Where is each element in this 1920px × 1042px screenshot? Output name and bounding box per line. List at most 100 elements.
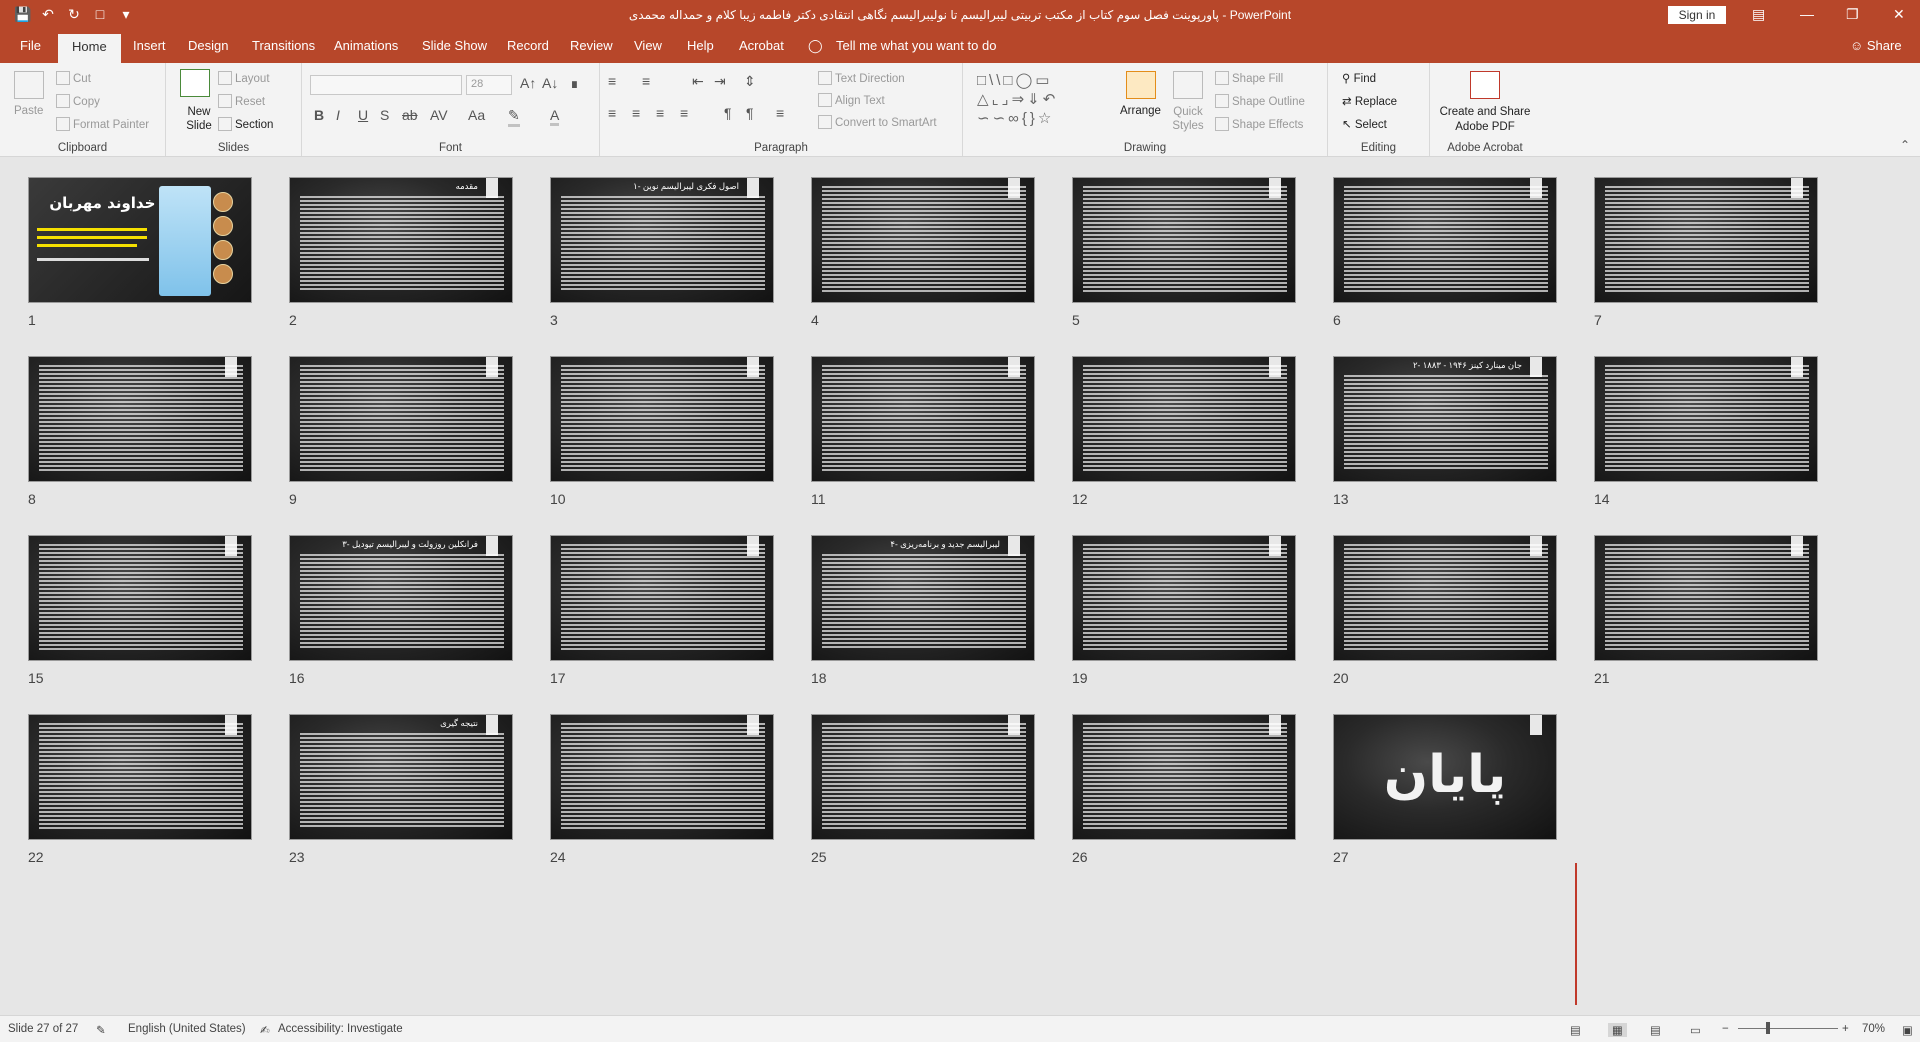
slide-thumbnail[interactable]: پایان xyxy=(1333,714,1557,840)
slide-thumbnail[interactable]: ۱- اصول فکری لیبرالیسم نوین xyxy=(550,177,774,303)
tab-acrobat[interactable]: Acrobat xyxy=(739,38,784,53)
select-button[interactable]: ↖ Select xyxy=(1342,117,1387,131)
justify-icon[interactable]: ≡ xyxy=(680,105,688,121)
cut-button[interactable]: Cut xyxy=(56,71,91,85)
minimize-icon[interactable]: — xyxy=(1800,6,1814,22)
slide-thumbnail[interactable]: ۳- فرانکلین روزولت و لیبرالیسم تیودیل xyxy=(289,535,513,661)
slide-sorter-view-icon[interactable]: ▦ xyxy=(1608,1023,1627,1037)
slide-thumbnail[interactable]: ۲- جان مینارد کینز ۱۹۴۶ - ۱۸۸۳ xyxy=(1333,356,1557,482)
font-name-combo[interactable] xyxy=(310,75,462,95)
align-right-icon[interactable]: ≡ xyxy=(656,105,664,121)
slide-info[interactable]: Slide 27 of 27 xyxy=(8,1023,78,1035)
format-painter-button[interactable]: Format Painter xyxy=(56,117,149,131)
shadow-icon[interactable]: S xyxy=(380,107,389,123)
slide-thumbnail[interactable] xyxy=(811,177,1035,303)
strikethrough-icon[interactable]: ab xyxy=(402,107,418,123)
zoom-out-icon[interactable]: − xyxy=(1722,1023,1729,1035)
sign-in-button[interactable]: Sign in xyxy=(1668,6,1726,24)
decrease-font-icon[interactable]: A↓ xyxy=(542,75,558,91)
slide-thumbnail[interactable] xyxy=(289,356,513,482)
create-share-pdf-button[interactable]: Create and Share Adobe PDF xyxy=(1435,105,1535,135)
shape-outline-button[interactable]: Shape Outline xyxy=(1215,94,1305,108)
slide-thumbnail[interactable] xyxy=(1072,714,1296,840)
slide-thumbnail[interactable] xyxy=(28,356,252,482)
shape-effects-button[interactable]: Shape Effects xyxy=(1215,117,1303,131)
tab-transitions[interactable]: Transitions xyxy=(252,38,315,53)
slide-thumbnail[interactable] xyxy=(550,714,774,840)
text-direction-button[interactable]: Text Direction xyxy=(818,71,905,85)
tab-file[interactable]: File xyxy=(20,38,41,53)
tab-slide-show[interactable]: Slide Show xyxy=(422,38,487,53)
highlight-icon[interactable]: ✎ xyxy=(508,107,520,127)
slide-thumbnail[interactable]: ۴- لیبرالیسم جدید و برنامه‌ریزی xyxy=(811,535,1035,661)
font-color-icon[interactable]: A xyxy=(550,107,560,126)
close-icon[interactable]: ✕ xyxy=(1893,6,1905,23)
italic-icon[interactable]: I xyxy=(336,107,340,123)
paste-button[interactable]: Paste xyxy=(14,105,43,117)
slide-thumbnail[interactable]: بنام خداوند مهربان xyxy=(28,177,252,303)
tab-view[interactable]: View xyxy=(634,38,662,53)
slide-thumbnail[interactable] xyxy=(1594,177,1818,303)
slide-thumbnail[interactable] xyxy=(28,535,252,661)
layout-button[interactable]: Layout xyxy=(218,71,270,85)
slide-thumbnail[interactable] xyxy=(1072,177,1296,303)
tab-animations[interactable]: Animations xyxy=(334,38,398,53)
reset-button[interactable]: Reset xyxy=(218,94,265,108)
underline-icon[interactable]: U xyxy=(358,107,368,123)
slide-thumbnail[interactable] xyxy=(550,356,774,482)
ltr-icon[interactable]: ¶ xyxy=(724,105,732,121)
slide-thumbnail[interactable] xyxy=(1333,535,1557,661)
arrange-button[interactable]: Arrange xyxy=(1120,105,1161,117)
share-button[interactable]: ☺ Share xyxy=(1850,38,1902,53)
reading-view-icon[interactable]: ▤ xyxy=(1650,1023,1661,1037)
slide-thumbnail[interactable]: مقدمه xyxy=(289,177,513,303)
slide-thumbnail[interactable] xyxy=(1594,535,1818,661)
change-case-icon[interactable]: Aa xyxy=(468,107,485,123)
convert-smartart-button[interactable]: Convert to SmartArt xyxy=(818,115,937,129)
shapes-gallery[interactable]: □\\□◯▭ △⌞⌟⇒⇓↶ ∽∽∞{}☆ xyxy=(977,71,1117,131)
slide-thumbnail[interactable] xyxy=(28,714,252,840)
notes-icon[interactable]: ✎ xyxy=(96,1023,106,1037)
tab-home[interactable]: Home xyxy=(58,34,121,63)
tab-record[interactable]: Record xyxy=(507,38,549,53)
columns-icon[interactable]: ≡ xyxy=(776,105,784,121)
align-center-icon[interactable]: ≡ xyxy=(632,105,640,121)
slide-thumbnail[interactable] xyxy=(1333,177,1557,303)
line-spacing-icon[interactable]: ⇕ xyxy=(744,73,756,90)
zoom-level[interactable]: 70% xyxy=(1862,1023,1885,1035)
slide-thumbnail[interactable] xyxy=(1072,535,1296,661)
bold-icon[interactable]: B xyxy=(314,107,324,123)
font-size-combo[interactable]: 28 xyxy=(466,75,512,95)
shape-fill-button[interactable]: Shape Fill xyxy=(1215,71,1283,85)
new-slide-button[interactable]: New Slide xyxy=(179,105,219,133)
slide-thumbnail[interactable] xyxy=(811,356,1035,482)
tab-insert[interactable]: Insert xyxy=(133,38,166,53)
slide-thumbnail[interactable] xyxy=(1072,356,1296,482)
zoom-slider[interactable] xyxy=(1738,1028,1838,1029)
language[interactable]: English (United States) xyxy=(128,1023,246,1035)
replace-button[interactable]: ⇄ Replace xyxy=(1342,94,1397,108)
slide-thumbnail[interactable] xyxy=(811,714,1035,840)
increase-font-icon[interactable]: A↑ xyxy=(520,75,536,91)
restore-icon[interactable]: ❐ xyxy=(1846,6,1859,23)
collapse-ribbon-icon[interactable]: ⌃ xyxy=(1900,138,1910,152)
tab-help[interactable]: Help xyxy=(687,38,714,53)
increase-indent-icon[interactable]: ⇥ xyxy=(714,73,726,90)
clear-format-icon[interactable]: ∎ xyxy=(570,75,579,92)
zoom-thumb[interactable] xyxy=(1766,1022,1770,1034)
spacing-icon[interactable]: AV xyxy=(430,107,448,123)
quick-styles-button[interactable]: Quick Styles xyxy=(1168,105,1208,133)
accessibility-icon[interactable]: ✍ xyxy=(260,1023,270,1037)
rtl-icon[interactable]: ¶ xyxy=(746,105,754,121)
accessibility-status[interactable]: Accessibility: Investigate xyxy=(278,1023,403,1035)
tell-me-search[interactable]: Tell me what you want to do xyxy=(836,38,996,53)
fit-to-window-icon[interactable]: ▣ xyxy=(1902,1023,1913,1037)
tab-design[interactable]: Design xyxy=(188,38,228,53)
bullets-icon[interactable]: ≡ xyxy=(608,73,616,89)
slideshow-view-icon[interactable]: ▭ xyxy=(1690,1023,1701,1037)
decrease-indent-icon[interactable]: ⇤ xyxy=(692,73,704,90)
find-button[interactable]: ⚲ Find xyxy=(1342,71,1376,85)
slide-thumbnail[interactable]: نتیجه گیری xyxy=(289,714,513,840)
slide-thumbnail[interactable] xyxy=(1594,356,1818,482)
copy-button[interactable]: Copy xyxy=(56,94,100,108)
